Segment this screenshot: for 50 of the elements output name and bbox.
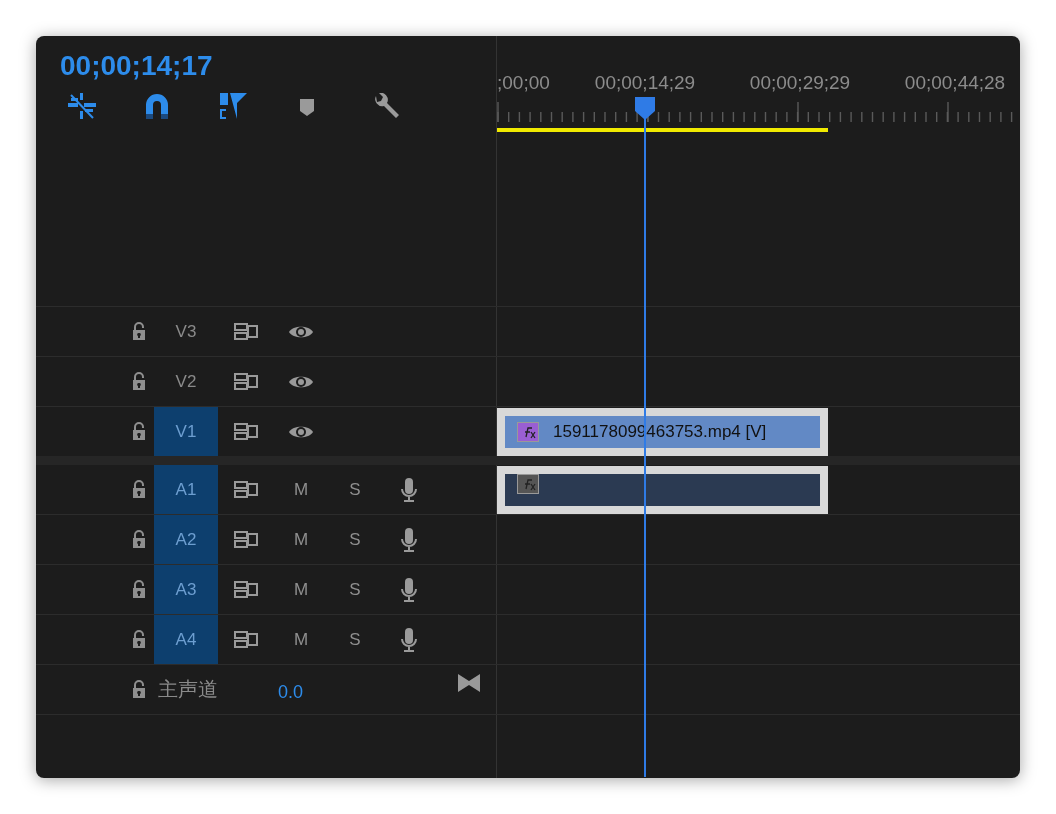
sync-lock-icon[interactable] bbox=[234, 581, 258, 598]
clip-name: 1591178099463753.mp4 [V] bbox=[553, 421, 767, 442]
solo-button[interactable]: S bbox=[349, 629, 361, 650]
microphone-icon[interactable] bbox=[400, 627, 418, 652]
track-target[interactable]: V1 bbox=[154, 407, 218, 456]
mute-button[interactable]: M bbox=[293, 579, 309, 600]
solo-button[interactable]: S bbox=[349, 529, 361, 550]
solo-button[interactable]: S bbox=[349, 479, 361, 500]
track-target[interactable]: A2 bbox=[154, 515, 218, 564]
mute-button[interactable]: M bbox=[293, 529, 309, 550]
microphone-icon[interactable] bbox=[400, 577, 418, 602]
fx-icon bbox=[517, 473, 539, 494]
wrench-icon[interactable] bbox=[372, 93, 400, 119]
track-target[interactable]: V3 bbox=[154, 307, 218, 356]
timecode[interactable]: 00;00;14;17 bbox=[60, 50, 496, 82]
audio-clip[interactable] bbox=[497, 465, 828, 514]
time-label: 00;00;14;29 bbox=[594, 72, 696, 94]
lock-icon[interactable] bbox=[130, 322, 148, 341]
microphone-icon[interactable] bbox=[400, 527, 418, 552]
track-target[interactable]: A1 bbox=[154, 465, 218, 514]
master-track-label: 主声道 bbox=[158, 677, 219, 702]
bowtie-icon[interactable] bbox=[458, 673, 480, 692]
sync-lock-icon[interactable] bbox=[234, 531, 258, 548]
microphone-icon[interactable] bbox=[400, 477, 418, 502]
sync-lock-icon[interactable] bbox=[234, 481, 258, 498]
time-label: 00;00;29;29 bbox=[749, 72, 851, 94]
sync-lock-icon[interactable] bbox=[234, 373, 258, 390]
lock-icon[interactable] bbox=[130, 680, 148, 699]
track-target[interactable]: A4 bbox=[154, 615, 218, 664]
snap-icon[interactable] bbox=[68, 93, 96, 119]
sync-lock-icon[interactable] bbox=[234, 323, 258, 340]
lock-icon[interactable] bbox=[130, 530, 148, 549]
mute-button[interactable]: M bbox=[293, 479, 309, 500]
lock-icon[interactable] bbox=[130, 580, 148, 599]
sync-lock-icon[interactable] bbox=[234, 631, 258, 648]
track-target[interactable]: A3 bbox=[154, 565, 218, 614]
lock-icon[interactable] bbox=[130, 372, 148, 391]
mute-button[interactable]: M bbox=[293, 629, 309, 650]
lock-icon[interactable] bbox=[130, 630, 148, 649]
video-clip[interactable]: 1591178099463753.mp4 [V] bbox=[497, 407, 828, 456]
sync-lock-icon[interactable] bbox=[234, 423, 258, 440]
volume-value[interactable]: 0.0 bbox=[278, 682, 304, 703]
time-label: ;00;00 bbox=[497, 72, 550, 94]
linked-selection-icon[interactable] bbox=[220, 93, 248, 119]
solo-button[interactable]: S bbox=[349, 579, 361, 600]
track-target[interactable]: V2 bbox=[154, 357, 218, 406]
time-label: 00;00;44;28 bbox=[904, 72, 1006, 94]
lock-icon[interactable] bbox=[130, 422, 148, 441]
lock-icon[interactable] bbox=[130, 480, 148, 499]
fx-icon bbox=[517, 421, 539, 442]
